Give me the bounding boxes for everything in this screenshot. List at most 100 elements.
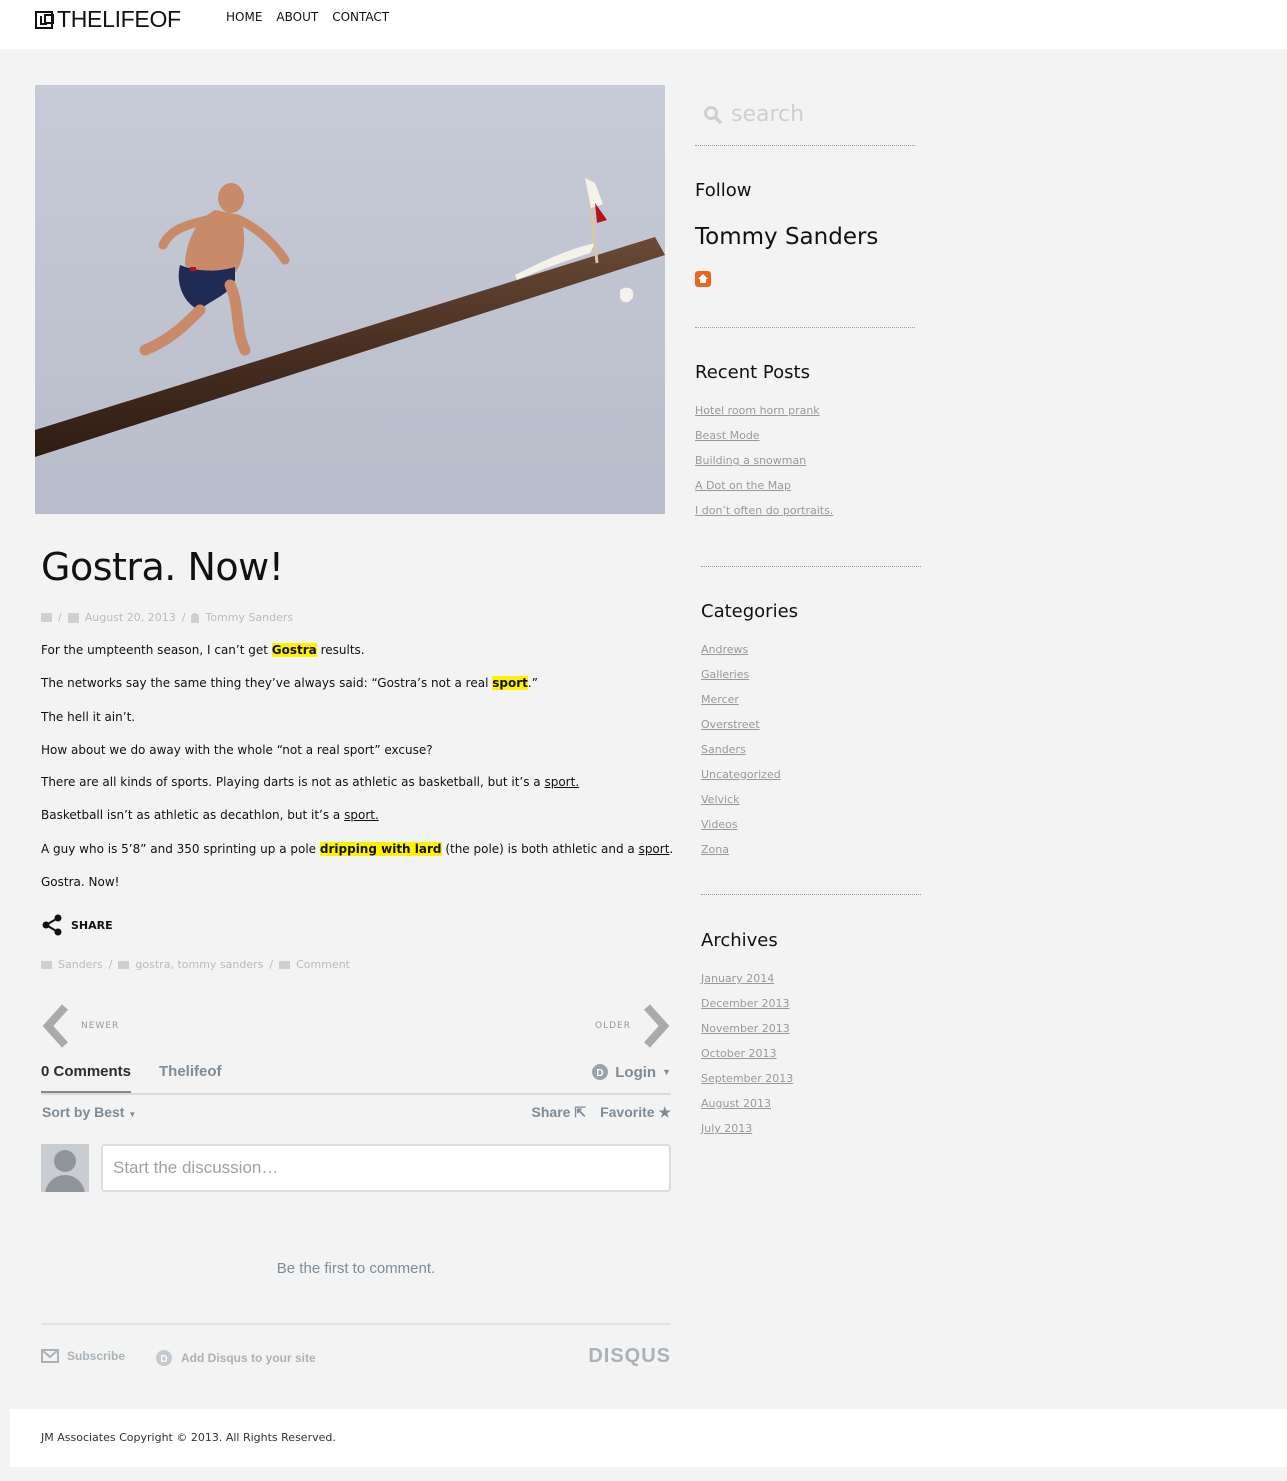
paragraph-3: The hell it ain’t.	[41, 710, 136, 724]
archive-link[interactable]: August 2013	[701, 1097, 793, 1122]
archive-link[interactable]: November 2013	[701, 1022, 793, 1047]
text: .”	[527, 676, 538, 690]
category-link[interactable]: Sanders	[58, 958, 103, 971]
tags-links[interactable]: gostra, tommy sanders	[135, 958, 263, 971]
copyright-text: JM Associates Copyright © 2013. All Righ…	[41, 1431, 336, 1444]
nav-contact[interactable]: CONTACT	[332, 10, 389, 24]
recent-posts-list: Hotel room horn prank Beast Mode Buildin…	[695, 404, 833, 529]
meta-separator: /	[181, 611, 186, 624]
disqus-logo-icon: D	[156, 1350, 172, 1366]
category-link[interactable]: Uncategorized	[701, 768, 781, 793]
gostra-photo	[35, 176, 665, 457]
text: There are all kinds of sports. Playing d…	[41, 775, 545, 789]
comment-input[interactable]	[101, 1144, 671, 1192]
post-featured-image	[35, 85, 665, 514]
top-bar: THELIFEOF HOME ABOUT CONTACT	[0, 0, 1287, 49]
archive-link[interactable]: December 2013	[701, 997, 793, 1022]
category-link[interactable]: Zona	[701, 843, 781, 868]
post-author[interactable]: Tommy Sanders	[205, 611, 293, 624]
comments-count-tab[interactable]: 0 Comments	[41, 1063, 132, 1093]
paragraph-8: Gostra. Now!	[41, 875, 120, 889]
nav-home[interactable]: HOME	[226, 10, 262, 24]
share-button[interactable]: SHARE	[41, 914, 113, 936]
image-format-icon	[41, 613, 52, 622]
disqus-header: 0 Comments Thelifeof D Login ▼	[41, 1063, 671, 1095]
disqus-footer: Subscribe D Add Disqus to your site DISQ…	[41, 1323, 671, 1373]
post-taxonomy: Sanders / gostra, tommy sanders / Commen…	[41, 958, 350, 971]
nav-about[interactable]: ABOUT	[276, 10, 318, 24]
star-icon: ★	[658, 1104, 671, 1120]
recent-post-link[interactable]: A Dot on the Map	[695, 479, 833, 504]
comment-link[interactable]: Comment	[296, 958, 350, 971]
archive-link[interactable]: October 2013	[701, 1047, 793, 1072]
sort-dropdown[interactable]: Sort by Best ▼	[42, 1104, 136, 1120]
tag-icon	[118, 960, 130, 969]
svg-text:D: D	[597, 1068, 604, 1079]
category-link[interactable]: Mercer	[701, 693, 781, 718]
recent-post-link[interactable]: Hotel room horn prank	[695, 404, 833, 429]
category-link[interactable]: Velvick	[701, 793, 781, 818]
community-tab[interactable]: Thelifeof	[159, 1063, 222, 1080]
search-icon	[704, 105, 723, 124]
archives-heading: Archives	[701, 930, 778, 951]
highlight: Gostra	[271, 643, 317, 657]
empty-comments-message: Be the first to comment.	[276, 1260, 436, 1277]
newer-post-link[interactable]: NEWER	[41, 1003, 119, 1049]
text: Basketball isn’t as athletic as decathlo…	[41, 808, 345, 822]
categories-heading: Categories	[701, 601, 799, 622]
chevron-right-icon	[643, 1004, 670, 1048]
logo-mark-icon	[35, 10, 54, 29]
category-link[interactable]: Videos	[701, 818, 781, 843]
disqus-brand[interactable]: DISQUS	[588, 1345, 671, 1368]
post-date[interactable]: August 20, 2013	[85, 611, 176, 624]
site-footer: JM Associates Copyright © 2013. All Righ…	[10, 1409, 1287, 1467]
favorite-button[interactable]: Favorite ★	[600, 1104, 671, 1121]
svg-text:D: D	[160, 1354, 167, 1365]
site-logo[interactable]: THELIFEOF	[35, 6, 181, 33]
login-dropdown[interactable]: D Login ▼	[591, 1063, 671, 1081]
categories-list: Andrews Galleries Mercer Overstreet Sand…	[701, 643, 781, 868]
archive-link[interactable]: January 2014	[701, 972, 793, 997]
search-input[interactable]	[723, 102, 903, 127]
paragraph-5: There are all kinds of sports. Playing d…	[41, 775, 579, 789]
archive-link[interactable]: July 2013	[701, 1122, 793, 1147]
category-link[interactable]: Sanders	[701, 743, 781, 768]
disqus-actions: Share ⇱ Favorite ★	[532, 1104, 671, 1121]
archives-list: January 2014 December 2013 November 2013…	[701, 972, 793, 1147]
paragraph-7: A guy who is 5’8” and 350 sprinting up a…	[41, 842, 673, 856]
share-thread-button[interactable]: Share ⇱	[532, 1104, 587, 1121]
recent-post-link[interactable]: Beast Mode	[695, 429, 833, 454]
home-icon[interactable]	[695, 271, 711, 287]
text: The networks say the same thing they’ve …	[41, 676, 493, 690]
add-disqus-label: Add Disqus to your site	[181, 1351, 316, 1365]
older-post-link[interactable]: OLDER	[595, 1003, 671, 1049]
text: .	[669, 842, 674, 856]
sport-link[interactable]: sport.	[344, 808, 379, 822]
category-link[interactable]: Galleries	[701, 668, 781, 693]
sort-label: Sort by Best	[42, 1104, 125, 1120]
recent-post-link[interactable]: Building a snowman	[695, 454, 833, 479]
favorite-label: Favorite	[600, 1104, 655, 1120]
older-label: OLDER	[595, 1021, 631, 1031]
divider	[701, 566, 921, 567]
category-link[interactable]: Overstreet	[701, 718, 781, 743]
comment-icon	[279, 960, 291, 969]
highlight: dripping with lard	[319, 842, 442, 856]
chevron-left-icon	[42, 1004, 68, 1048]
caret-down-icon: ▼	[662, 1067, 671, 1077]
sport-link[interactable]: sport	[639, 842, 670, 856]
login-label: Login	[615, 1063, 657, 1081]
archive-link[interactable]: September 2013	[701, 1072, 793, 1097]
add-disqus-link[interactable]: D Add Disqus to your site	[155, 1349, 316, 1367]
sport-link[interactable]: sport.	[544, 775, 579, 789]
recent-post-link[interactable]: I don’t often do portraits.	[695, 504, 833, 529]
share-thread-label: Share	[531, 1104, 571, 1120]
subscribe-link[interactable]: Subscribe	[41, 1349, 125, 1363]
post-title: Gostra. Now!	[41, 545, 284, 589]
category-link[interactable]: Andrews	[701, 643, 781, 668]
share-icon	[42, 914, 62, 936]
subscribe-label: Subscribe	[67, 1349, 126, 1363]
meta-separator: /	[269, 958, 274, 971]
export-icon: ⇱	[574, 1104, 587, 1120]
meta-separator: /	[108, 958, 113, 971]
